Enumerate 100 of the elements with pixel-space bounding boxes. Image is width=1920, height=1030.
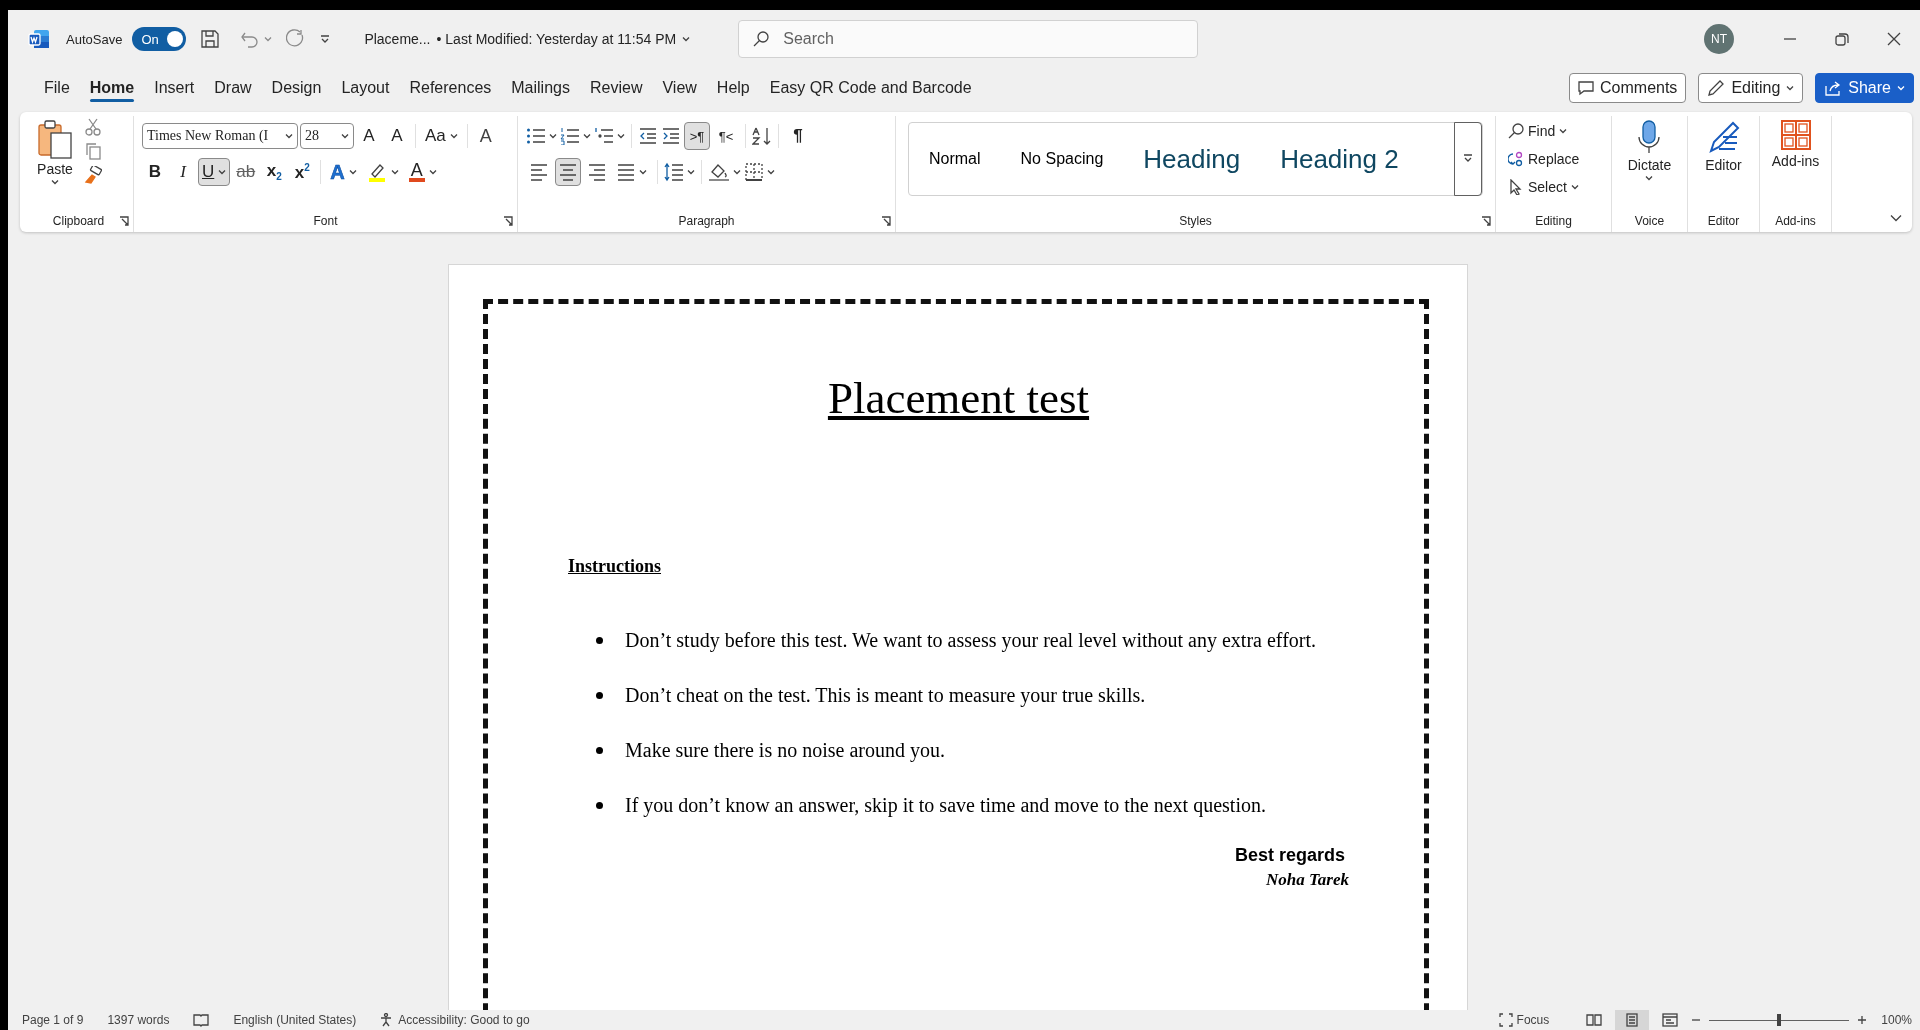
ribbon-tab[interactable]: File [34,71,80,105]
customize-caret-icon[interactable] [320,35,331,43]
style-option[interactable]: No Spacing [1000,124,1124,194]
ribbon-tab[interactable]: Help [706,71,760,105]
find-button[interactable]: Find [1504,118,1584,144]
multilevel-list-icon[interactable] [594,127,614,145]
strikethrough-button[interactable]: ab [232,158,260,186]
shrink-font-button[interactable]: A [384,122,410,150]
addins-button[interactable]: Add-ins [1766,116,1825,212]
caret-icon [639,169,647,175]
word-count[interactable]: 1397 words [107,1013,170,1027]
ribbon-tab[interactable]: References [399,71,502,105]
clear-formatting-button[interactable]: A [472,122,499,150]
share-button[interactable]: Share [1815,73,1914,103]
caret-icon[interactable] [617,133,625,139]
caret-icon [449,133,458,139]
text-direction-button[interactable]: >¶ [684,122,710,150]
cut-icon[interactable] [84,118,102,136]
focus-button[interactable]: Focus [1494,1010,1554,1030]
styles-gallery-more-button[interactable] [1454,122,1482,196]
page-count[interactable]: Page 1 of 9 [22,1013,84,1027]
text-direction-button[interactable]: ¶< [713,122,739,150]
accessibility-status[interactable]: Accessibility: Good to go [398,1013,530,1027]
document-name[interactable]: Placeme... [364,31,431,47]
save-icon[interactable] [200,29,221,49]
change-case-button[interactable]: Aa [421,122,462,150]
word-logo-icon[interactable] [28,28,50,50]
caret-icon[interactable] [583,133,591,139]
comments-button[interactable]: Comments [1569,73,1687,103]
editing-button[interactable]: Editing [1698,73,1804,103]
dictate-button[interactable]: Dictate [1622,116,1677,212]
ribbon-tab[interactable]: Design [261,71,332,105]
bullets-icon[interactable] [526,127,546,145]
font-size-dropdown[interactable]: 28 [300,123,354,149]
style-option[interactable]: Heading [1123,124,1261,194]
subscript-button[interactable]: x$_{2}$ [261,158,288,186]
last-modified[interactable]: • Last Modified: Yesterday at 11:54 PM [436,31,677,47]
dialog-launcher-icon[interactable] [881,216,891,226]
caret-icon[interactable] [767,169,775,175]
zoom-in-icon[interactable] [1857,1015,1868,1025]
ribbon-tab[interactable]: Insert [144,71,205,105]
search-field[interactable]: Search [738,20,1199,58]
style-option[interactable]: Normal [909,124,1001,194]
proofing-icon[interactable] [193,1013,210,1027]
expand-icon [1463,154,1473,164]
ribbon-tab[interactable]: View [652,71,707,105]
italic-button[interactable]: I [170,158,196,186]
avatar[interactable]: NT [1704,24,1734,54]
ribbon-tab[interactable]: Draw [204,71,262,105]
dialog-launcher-icon[interactable] [503,216,513,226]
ribbon-tab[interactable]: Easy QR Code and Barcode [759,71,982,105]
align-center-button[interactable] [555,158,581,186]
section-heading: Instructions [568,555,661,577]
highlighter-icon [366,162,387,182]
caret-icon [1786,85,1795,91]
increase-indent-icon[interactable] [661,127,681,145]
text-effects-button[interactable]: A [326,158,361,186]
cursor-icon [1508,179,1524,195]
paste-button[interactable]: Paste [32,116,78,212]
bold-button[interactable]: B [142,158,168,186]
editor-button[interactable]: Editor [1700,116,1747,212]
style-option[interactable]: Heading 2 [1260,124,1419,194]
instruction-text: Don’t study before this test. We want to assess your real level without any extra effort. [625,628,1316,652]
borders-icon[interactable] [744,162,764,182]
line-spacing-icon[interactable] [664,162,684,182]
select-button[interactable]: Select [1504,174,1584,200]
zoom-slider[interactable] [1709,1014,1850,1026]
format-painter-icon[interactable] [84,166,102,184]
underline-button[interactable]: U [198,158,231,186]
superscript-button[interactable]: x$^{2}$ [289,158,316,186]
caret-icon[interactable] [687,169,695,175]
language[interactable]: English (United States) [233,1013,357,1027]
search-icon [752,30,771,48]
caret-icon[interactable] [549,133,557,139]
caret-icon[interactable] [733,169,741,175]
restore-icon[interactable] [1835,32,1849,46]
ribbon-tab[interactable]: Home [79,71,145,105]
ribbon-tab[interactable]: Review [579,71,653,105]
print-view-button[interactable] [1615,1010,1650,1030]
dialog-launcher-icon[interactable] [119,216,129,226]
collapse-ribbon-icon[interactable] [1890,214,1902,222]
search-icon [1508,123,1524,139]
decrease-indent-icon[interactable] [638,127,658,145]
dialog-launcher-icon[interactable] [1481,216,1491,226]
caret-icon[interactable] [682,36,691,42]
show-marks-button[interactable]: ¶ [785,122,811,150]
grow-font-button[interactable]: A [356,122,382,150]
ribbon-tab[interactable]: Layout [331,71,400,105]
close-icon[interactable] [1887,32,1901,46]
font-color-button[interactable]: A [404,158,441,186]
autosave-toggle[interactable]: On [132,27,187,51]
numbering-icon[interactable] [560,127,580,145]
undo-icon[interactable] [240,30,261,48]
zoom-level[interactable]: 100% [1881,1013,1912,1027]
shading-icon[interactable] [708,162,730,182]
sort-icon[interactable] [752,126,772,146]
bullet [596,691,603,699]
font-name-dropdown[interactable]: Times New Roman (I [142,123,298,149]
replace-button[interactable]: Replace [1504,146,1584,172]
ribbon-tab[interactable]: Mailings [501,71,580,105]
